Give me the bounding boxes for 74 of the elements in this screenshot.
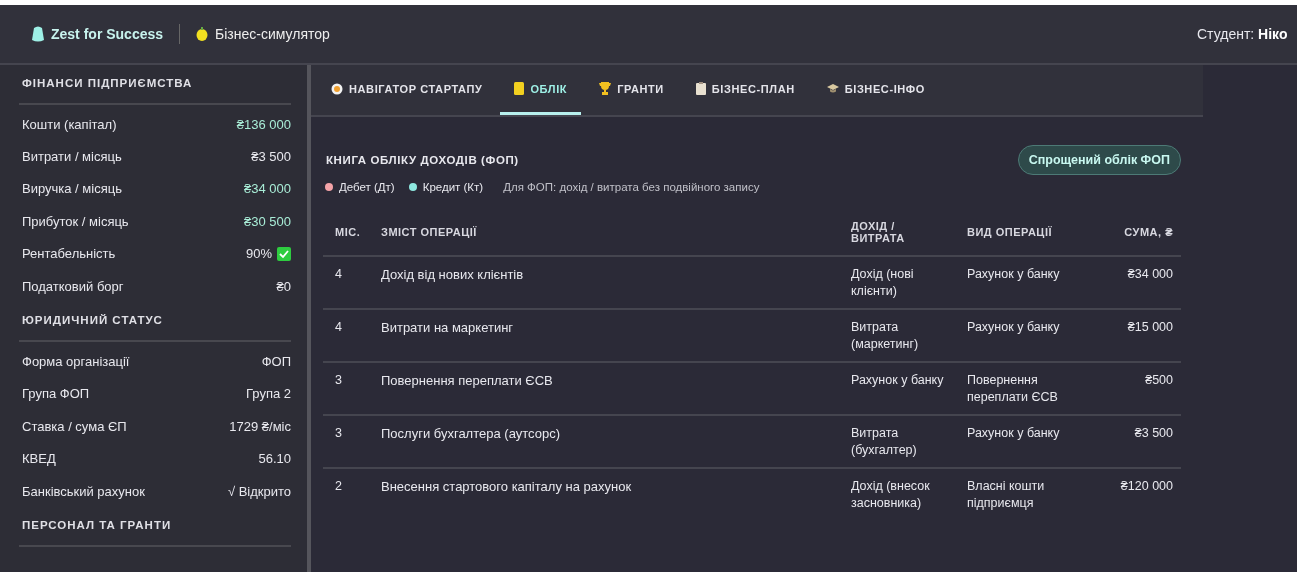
- stat-value: 56.10: [258, 451, 291, 467]
- table-cell: Повернення переплати ЄСВ: [373, 362, 843, 415]
- stat-label: Форма організації: [22, 354, 130, 370]
- legend-label: Кредит (Кт): [422, 181, 484, 193]
- stat-label: Кошти (капітал): [22, 116, 117, 132]
- table-cell: 3: [323, 415, 373, 468]
- table-cell: 4: [323, 256, 373, 309]
- table-cell: 3: [323, 362, 373, 415]
- table-cell: Внесення стартового капіталу на рахунок: [373, 468, 843, 521]
- notepad-icon: [514, 82, 525, 95]
- table-cell: Дохід (нові клієнти): [843, 256, 959, 309]
- stat-value: 1729 ₴/міс: [229, 418, 291, 434]
- table-cell: Витрата (бухгалтер): [843, 415, 959, 468]
- table-cell: Рахунок у банку: [959, 309, 1075, 362]
- table-cell: 4: [323, 309, 373, 362]
- clipboard-icon: [695, 82, 706, 95]
- logo-icon: [32, 26, 44, 42]
- nav-tab[interactable]: ГРАНТИ: [585, 65, 678, 115]
- lemon-icon: [196, 27, 209, 41]
- stat-value: ФОП: [261, 354, 291, 370]
- table-cell: Дохід (внесок засновника): [843, 468, 959, 521]
- stat-label: Рентабельність: [22, 246, 116, 262]
- legend-note: Для ФОП: дохід / витрата без подвійного запису: [503, 181, 760, 193]
- table-cell: Власні кошти підприємця: [959, 468, 1075, 521]
- section-title: ПЕРСОНАЛ ТА ГРАНТИ: [21, 518, 173, 534]
- stat-value: Група 2: [246, 386, 291, 402]
- stat-label: Витрати / місяць: [22, 149, 122, 165]
- table-cell: Витрати на маркетинг: [373, 309, 843, 362]
- table-cell: Повернення переплати ЄСВ: [959, 362, 1075, 415]
- stat-value: ₴3 500: [251, 149, 291, 165]
- table-cell: Послуги бухгалтера (аутсорс): [373, 415, 843, 468]
- table-cell: ₴500: [1075, 362, 1181, 415]
- student-name: Студент: Ніко: [1197, 26, 1289, 42]
- stat-value: ₴136 000: [236, 116, 291, 132]
- stat-value: ₴30 500: [244, 213, 291, 229]
- column-header: СУМА, ₴: [1075, 209, 1181, 256]
- brand-name: Zest for Success: [51, 26, 164, 42]
- table-cell: ₴120 000: [1075, 468, 1181, 521]
- table-cell: ₴15 000: [1075, 309, 1181, 362]
- stat-value: √ Відкрито: [227, 483, 291, 499]
- stat-label: Ставка / сума ЄП: [22, 418, 127, 434]
- nav-tab[interactable]: НАВІГАТОР СТАРТАПУ: [317, 65, 497, 115]
- stat-value: 90%: [245, 246, 272, 262]
- app-title: Бізнес-симулятор: [215, 26, 330, 42]
- nav-tab[interactable]: ОБЛІК: [500, 65, 582, 115]
- ledger-title: КНИГА ОБЛІКУ ДОХОДІВ (ФОП): [325, 154, 519, 166]
- legend-label: Дебет (Дт): [339, 181, 395, 193]
- stat-label: Виручка / місяць: [22, 181, 122, 197]
- stat-value: ₴34 000: [244, 181, 291, 197]
- column-header: ВИД ОПЕРАЦІЇ: [959, 209, 1075, 256]
- section-title: ФІНАНСИ ПІДПРИЄМСТВА: [21, 76, 194, 91]
- table-cell: Дохід від нових клієнтів: [373, 256, 843, 309]
- column-header: ДОХІД / ВИТРАТА: [843, 209, 959, 256]
- nav-tab[interactable]: БІЗНЕС-ІНФО: [812, 65, 939, 115]
- nav-tab[interactable]: БІЗНЕС-ПЛАН: [681, 65, 809, 115]
- table-cell: Рахунок у банку: [959, 415, 1075, 468]
- stat-label: КВЕД: [22, 451, 56, 467]
- simplified-ledger-button[interactable]: Спрощений облік ФОП: [1017, 145, 1181, 175]
- stat-label: Прибуток / місяць: [22, 213, 129, 229]
- table-cell: ₴3 500: [1075, 415, 1181, 468]
- table-cell: 2: [323, 468, 373, 521]
- column-header: ЗМІСТ ОПЕРАЦІЇ: [373, 209, 843, 256]
- stat-label: Група ФОП: [22, 386, 90, 402]
- trophy-icon: [599, 82, 612, 95]
- graduation-cap-icon: [826, 84, 839, 93]
- stat-label: Податковий борг: [22, 278, 124, 294]
- table-cell: Рахунок у банку: [843, 362, 959, 415]
- table-cell: Витрата (маркетинг): [843, 309, 959, 362]
- section-title: ЮРИДИЧНИЙ СТАТУС: [21, 313, 164, 329]
- table-cell: ₴34 000: [1075, 256, 1181, 309]
- stat-value: ₴0: [276, 278, 291, 294]
- column-header: МІС.: [323, 209, 373, 256]
- table-cell: Рахунок у банку: [959, 256, 1075, 309]
- stat-label: Банківський рахунок: [22, 483, 145, 499]
